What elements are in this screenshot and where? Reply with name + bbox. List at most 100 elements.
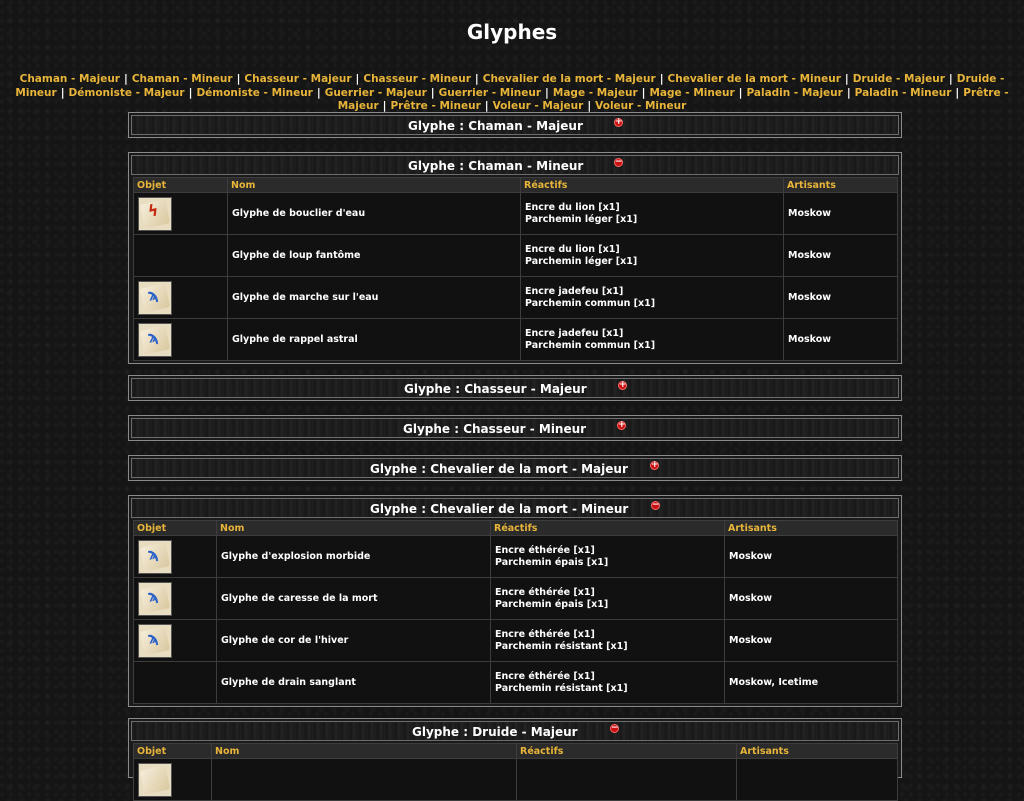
nav-separator: | [236, 73, 241, 85]
artisan-link[interactable]: Moskow [724, 619, 898, 662]
blue-glyph-scroll-icon[interactable]: ϡ [138, 539, 172, 574]
table-row: ϡ Glyphe d'explosion morbide Encre éthér… [133, 535, 898, 578]
nav-link[interactable]: Chevalier de la mort - Majeur [483, 73, 656, 85]
nav-link[interactable]: Guerrier - Majeur [325, 87, 427, 99]
reagent: Encre éthérée [x1] [495, 586, 595, 598]
nav-separator: | [641, 86, 646, 99]
nav-link[interactable]: Voleur - Majeur [493, 100, 584, 112]
table-row: Glyphe de drain sanglant Encre éthérée [… [133, 661, 898, 704]
artisan-link[interactable]: Moskow [783, 192, 898, 235]
expand-icon[interactable]: + [650, 461, 659, 470]
expand-icon[interactable]: + [617, 421, 626, 430]
section-header[interactable]: Glyphe : Chasseur - Mineur + [131, 418, 899, 438]
item-cell: ϡ [133, 276, 228, 319]
column-header-reactifs[interactable]: Réactifs [516, 743, 737, 759]
nav-separator: | [659, 73, 664, 85]
blue-glyph-scroll-icon[interactable]: ϡ [138, 581, 172, 616]
nav-link[interactable]: Prêtre - Mineur [390, 100, 480, 112]
section-title: Glyphe : Chasseur - Majeur [404, 382, 587, 396]
section-title: Glyphe : Chevalier de la mort - Majeur [370, 462, 628, 476]
expand-icon[interactable]: + [618, 381, 627, 390]
nav-link[interactable]: Mage - Majeur [553, 87, 638, 99]
glyph-name: Glyphe de drain sanglant [216, 661, 491, 704]
nav-separator: | [123, 73, 128, 85]
reagent: Encre jadefeu [x1] [525, 327, 624, 339]
section-header[interactable]: Glyphe : Chevalier de la mort - Mineur − [131, 498, 899, 518]
glyph-name: Glyphe de cor de l'hiver [216, 619, 491, 662]
column-header-objet[interactable]: Objet [133, 177, 228, 193]
reagent: Parchemin commun [x1] [525, 339, 656, 351]
table-row: ϡ Glyphe de marche sur l'eau Encre jadef… [133, 276, 898, 319]
section-title: Glyphe : Chasseur - Mineur [403, 422, 587, 436]
collapse-icon[interactable]: − [614, 158, 623, 167]
section-header[interactable]: Glyphe : Chasseur - Majeur + [131, 378, 899, 398]
collapse-icon[interactable]: − [651, 501, 660, 510]
collapse-icon[interactable]: − [610, 724, 619, 733]
glyph-table: Objet Nom Réactifs Artisants [133, 743, 898, 801]
nav-link[interactable]: Chaman - Majeur [20, 73, 120, 85]
artisan-link[interactable]: Moskow [729, 677, 771, 688]
section-header[interactable]: Glyphe : Druide - Majeur − [131, 721, 899, 741]
nav-link[interactable]: Druide - Majeur [853, 73, 945, 85]
table-row: ϡ Glyphe de cor de l'hiver Encre éthérée… [133, 619, 898, 662]
artisan-link[interactable]: Moskow [783, 318, 898, 361]
reagents-cell: Encre éthérée [x1] Parchemin épais [x1] [490, 535, 725, 578]
reagent: Parchemin épais [x1] [495, 556, 609, 568]
red-glyph-scroll-icon[interactable]: ϟ [138, 196, 172, 231]
column-header-artisans[interactable]: Artisants [724, 520, 898, 536]
nav-separator: | [587, 100, 592, 112]
blue-glyph-scroll-icon[interactable]: ϡ [138, 322, 172, 357]
table-row: Glyphe de loup fantôme Encre du lion [x1… [133, 234, 898, 277]
nav-link[interactable]: Voleur - Mineur [595, 100, 686, 112]
artisan-link[interactable]: Moskow [783, 276, 898, 319]
column-header-reactifs[interactable]: Réactifs [520, 177, 784, 193]
column-header-artisans[interactable]: Artisants [783, 177, 898, 193]
artisan-link[interactable]: Moskow [724, 577, 898, 620]
expand-icon[interactable]: + [614, 118, 623, 127]
artisan-link[interactable]: Icetime [778, 677, 818, 688]
glyph-table: Objet Nom Réactifs Artisants ϡ Glyphe d'… [133, 520, 898, 704]
column-header-objet[interactable]: Objet [133, 743, 212, 759]
nav-link[interactable]: Paladin - Mineur [855, 87, 952, 99]
nav-link[interactable]: Chasseur - Majeur [244, 73, 351, 85]
nav-separator: | [738, 86, 743, 99]
section-druide-majeur: Glyphe : Druide - Majeur − Objet Nom Réa… [128, 718, 902, 801]
nav-separator: | [430, 86, 435, 99]
nav-link[interactable]: Mage - Mineur [649, 87, 734, 99]
table-row [133, 758, 898, 801]
column-header-objet[interactable]: Objet [133, 520, 217, 536]
section-chasseur-majeur: Glyphe : Chasseur - Majeur + [128, 375, 902, 401]
reagent: Encre du lion [x1] [525, 243, 620, 255]
nav-link[interactable]: Guerrier - Mineur [439, 87, 541, 99]
nav-link[interactable]: Démoniste - Mineur [196, 87, 312, 99]
nav-link[interactable]: Paladin - Majeur [746, 87, 842, 99]
nav-link[interactable]: Chasseur - Mineur [363, 73, 471, 85]
reagent: Encre du lion [x1] [525, 201, 620, 213]
column-header-artisans[interactable]: Artisants [736, 743, 898, 759]
artisan-link[interactable]: Moskow [783, 234, 898, 277]
blue-glyph-scroll-icon[interactable]: ϡ [138, 623, 172, 658]
nav-separator: | [484, 100, 489, 112]
column-header-nom[interactable]: Nom [211, 743, 517, 759]
section-header[interactable]: Glyphe : Chevalier de la mort - Majeur + [131, 458, 899, 478]
nav-separator: | [188, 86, 193, 99]
table-header-row: Objet Nom Réactifs Artisants [133, 743, 898, 759]
section-header[interactable]: Glyphe : Chaman - Majeur + [131, 115, 899, 135]
nav-link[interactable]: Démoniste - Majeur [69, 87, 185, 99]
artisan-link[interactable]: Moskow [724, 535, 898, 578]
item-cell: ϡ [133, 318, 228, 361]
reagent: Parchemin léger [x1] [525, 213, 638, 225]
column-header-reactifs[interactable]: Réactifs [490, 520, 725, 536]
glyph-scroll-icon[interactable] [138, 762, 172, 797]
glyph-name: Glyphe de marche sur l'eau [227, 276, 521, 319]
section-header[interactable]: Glyphe : Chaman - Mineur − [131, 155, 899, 175]
column-header-nom[interactable]: Nom [227, 177, 521, 193]
column-header-nom[interactable]: Nom [216, 520, 491, 536]
nav-separator: | [844, 73, 849, 85]
nav-separator: | [846, 86, 851, 99]
blue-glyph-scroll-icon[interactable]: ϡ [138, 280, 172, 315]
artisans-cell: Moskow, Icetime [724, 661, 898, 704]
item-cell: ϡ [133, 535, 217, 578]
nav-link[interactable]: Chaman - Mineur [132, 73, 233, 85]
nav-link[interactable]: Chevalier de la mort - Mineur [668, 73, 841, 85]
